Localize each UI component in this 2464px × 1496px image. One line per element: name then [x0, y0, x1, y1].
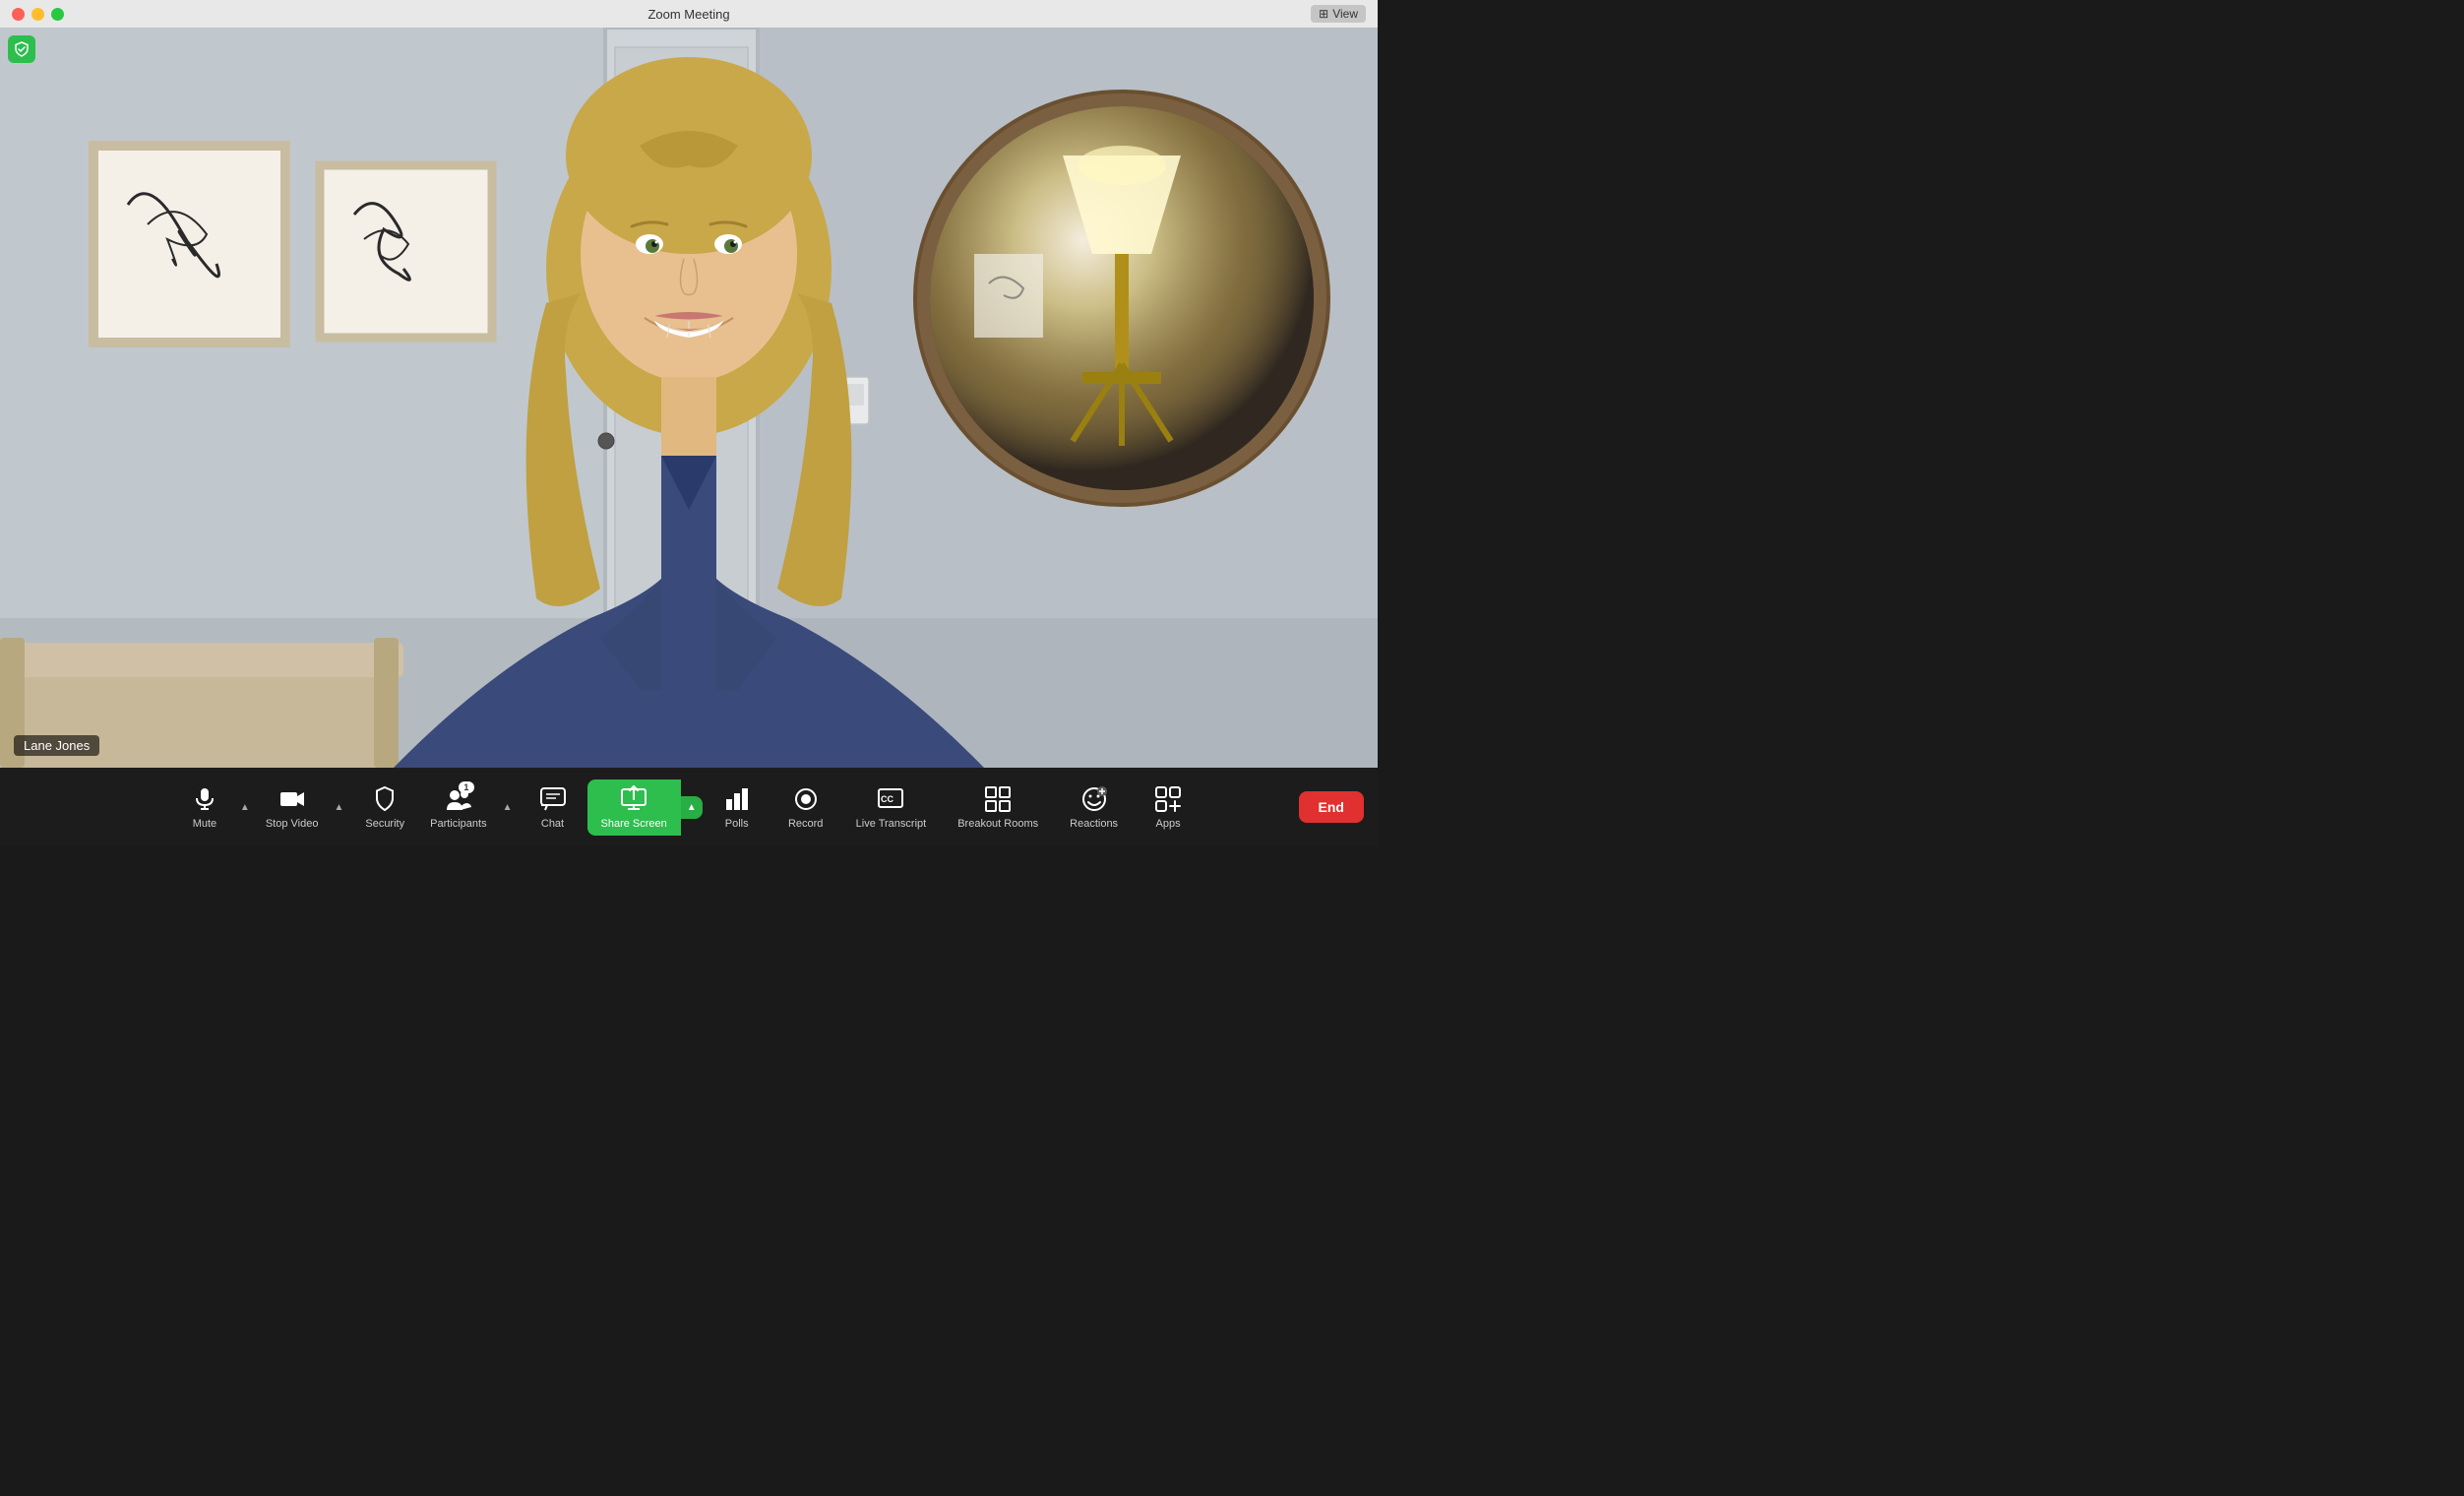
toolbar: Mute ▲ Stop Video ▲ [0, 768, 1378, 846]
participants-expand-button[interactable]: ▲ [497, 796, 519, 819]
participants-count: 1 [459, 781, 474, 793]
close-button[interactable] [12, 8, 25, 21]
live-transcript-icon: CC [877, 785, 904, 813]
share-screen-split-button: Share Screen ▲ [587, 779, 703, 836]
reactions-icon [1080, 785, 1108, 813]
view-label: View [1332, 7, 1358, 21]
security-icon [371, 785, 399, 813]
polls-icon [723, 785, 751, 813]
live-transcript-button[interactable]: CC Live Transcript [840, 779, 943, 836]
window-controls [12, 8, 64, 21]
toolbar-items: Mute ▲ Stop Video ▲ [10, 779, 1368, 836]
participants-icon: 1 [445, 785, 472, 813]
mute-button[interactable]: Mute [175, 779, 234, 836]
chevron-up-icon: ▲ [240, 802, 250, 813]
apps-icon [1154, 785, 1182, 813]
titlebar: Zoom Meeting ⊞ View [0, 0, 1378, 28]
reactions-button[interactable]: Reactions [1054, 779, 1134, 836]
chevron-up-icon-3: ▲ [503, 802, 513, 813]
stop-video-expand-button[interactable]: ▲ [328, 796, 349, 819]
participants-split-button: 1 Participants ▲ [420, 779, 518, 836]
participants-label: Participants [430, 818, 486, 830]
record-label: Record [788, 818, 823, 830]
chevron-up-icon-2: ▲ [334, 802, 343, 813]
participants-button[interactable]: 1 Participants [420, 779, 496, 836]
stop-video-button[interactable]: Stop Video [256, 779, 329, 836]
breakout-rooms-label: Breakout Rooms [957, 818, 1038, 830]
chat-label: Chat [541, 818, 564, 830]
record-icon [792, 785, 820, 813]
breakout-rooms-button[interactable]: Breakout Rooms [942, 779, 1054, 836]
maximize-button[interactable] [51, 8, 64, 21]
mute-expand-button[interactable]: ▲ [234, 796, 256, 819]
svg-text:CC: CC [881, 794, 893, 804]
apps-label: Apps [1156, 818, 1181, 830]
stop-video-label: Stop Video [266, 818, 319, 830]
minimize-button[interactable] [31, 8, 44, 21]
mute-split-button: Mute ▲ [175, 779, 256, 836]
participant-name-label: Lane Jones [14, 735, 99, 756]
share-screen-button[interactable]: Share Screen [587, 779, 681, 836]
security-button[interactable]: Security [349, 779, 420, 836]
end-button[interactable]: End [1299, 791, 1364, 823]
breakout-rooms-icon [984, 785, 1012, 813]
share-screen-label: Share Screen [601, 818, 667, 830]
window-title: Zoom Meeting [647, 7, 729, 22]
polls-button[interactable]: Polls [703, 779, 771, 836]
shield-check-icon [14, 41, 30, 57]
share-screen-expand-button[interactable]: ▲ [681, 796, 703, 819]
chat-button[interactable]: Chat [519, 779, 587, 836]
apps-button[interactable]: Apps [1134, 779, 1202, 836]
view-button[interactable]: ⊞ View [1311, 5, 1366, 23]
record-button[interactable]: Record [771, 779, 840, 836]
security-badge-icon [8, 35, 35, 63]
security-label: Security [365, 818, 404, 830]
room-background [0, 28, 1378, 768]
live-transcript-label: Live Transcript [856, 818, 927, 830]
reactions-label: Reactions [1070, 818, 1118, 830]
grid-icon: ⊞ [1319, 7, 1328, 21]
microphone-icon [191, 785, 218, 813]
chat-icon [539, 785, 567, 813]
stop-video-split-button: Stop Video ▲ [256, 779, 350, 836]
camera-icon [278, 785, 306, 813]
share-screen-icon [620, 785, 647, 813]
mute-label: Mute [193, 818, 216, 830]
video-container: Lane Jones [0, 28, 1378, 768]
chevron-up-icon-4: ▲ [687, 802, 697, 813]
polls-label: Polls [725, 818, 749, 830]
